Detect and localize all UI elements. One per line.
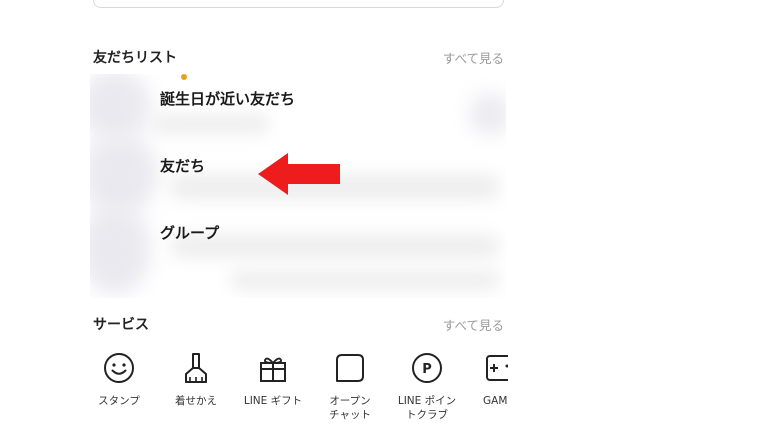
service-label: スタンプ [98, 395, 140, 407]
services-title: サービス [93, 317, 149, 333]
service-themes[interactable]: 着せかえ [165, 350, 227, 408]
services-see-all-link[interactable]: すべて見る [443, 315, 504, 334]
list-item-label: 友だち [160, 157, 206, 175]
service-label: LINE ポイン トクラブ [397, 395, 457, 421]
service-label: GAM [483, 395, 508, 407]
services-row: スタンプ 着せかえ LINE ギフト オープン チャット P LINE ポイン … [88, 350, 508, 432]
list-item-label: グループ [160, 224, 220, 242]
service-stamp[interactable]: スタンプ [88, 350, 150, 408]
list-item-groups[interactable]: グループ [160, 216, 500, 246]
red-arrow-annotation [258, 153, 340, 195]
service-games[interactable]: GAM [473, 350, 508, 408]
service-line-gift[interactable]: LINE ギフト [242, 350, 304, 408]
friends-see-all-link[interactable]: すべて見る [443, 48, 504, 67]
chat-icon [336, 354, 364, 382]
points-icon: P [412, 353, 442, 383]
smiley-icon [104, 353, 134, 383]
search-box[interactable] [93, 0, 504, 8]
service-label: 着せかえ [175, 395, 217, 407]
services-header: サービス すべて見る [93, 314, 504, 336]
service-label: オープン チャット [329, 395, 371, 421]
gift-icon [260, 357, 286, 382]
game-icon [486, 355, 508, 381]
list-item-label: 誕生日が近い友だち [160, 90, 296, 108]
svg-text:P: P [422, 362, 432, 377]
friends-list-title: 友だちリスト [93, 50, 177, 66]
list-item-birthday-friends[interactable]: 誕生日が近い友だち [160, 82, 500, 112]
friends-list-header: 友だちリスト すべて見る [93, 47, 504, 69]
service-open-chat[interactable]: オープン チャット [319, 350, 381, 422]
service-label: LINE ギフト [243, 395, 303, 407]
brush-icon [185, 353, 207, 383]
service-line-points[interactable]: P LINE ポイン トクラブ [396, 350, 458, 422]
new-badge-dot [181, 74, 187, 80]
